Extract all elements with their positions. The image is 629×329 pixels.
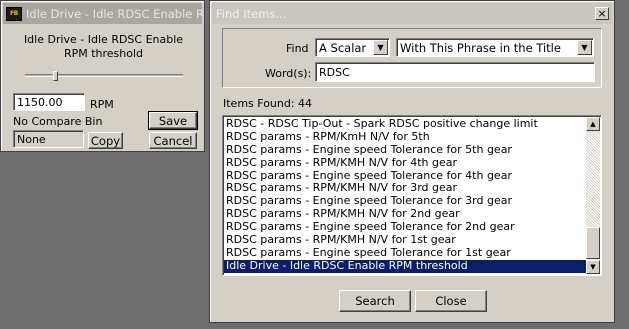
close-icon[interactable]: ×	[595, 7, 609, 20]
result-row[interactable]: Idle Drive - Idle RDSC Enable RPM thresh…	[224, 259, 586, 273]
find-type-value: A Scalar	[319, 41, 367, 55]
chevron-down-icon[interactable]: ▼	[373, 40, 388, 55]
idle-window-title: Idle Drive - Idle RDSC Enable RPM thresh…	[26, 6, 202, 21]
scrollbar-thumb[interactable]	[586, 227, 600, 259]
result-row[interactable]: RDSC params - Engine speed Tolerance for…	[224, 195, 586, 208]
copy-button[interactable]: Copy	[88, 132, 123, 149]
words-label: Word(s):	[265, 67, 312, 80]
result-row[interactable]: RDSC params - RPM/KmH N/V for 5th	[224, 131, 586, 144]
find-items-window: Find Items... × Find A Scalar ▼ With Thi…	[209, 0, 615, 323]
idle-drive-window: FB Idle Drive - Idle RDSC Enable RPM thr…	[0, 0, 205, 152]
find-label: Find	[286, 42, 309, 55]
find-mode-value: With This Phrase in the Title	[400, 41, 561, 55]
compare-field: None	[13, 130, 84, 148]
items-found-label: Items Found: 44	[223, 97, 313, 110]
value-input[interactable]: 1150.00	[13, 93, 85, 111]
slider-thumb[interactable]	[53, 71, 58, 81]
idle-window-titlebar[interactable]: FB Idle Drive - Idle RDSC Enable RPM thr…	[3, 3, 202, 24]
result-row[interactable]: RDSC params - RPM/KMH N/V for 1st gear	[224, 234, 586, 247]
value-slider[interactable]	[25, 71, 183, 81]
close-button[interactable]: Close	[415, 290, 487, 312]
scroll-down-icon[interactable]: ▼	[586, 260, 600, 274]
find-window-titlebar[interactable]: Find Items...	[212, 3, 612, 24]
idle-description: Idle Drive - Idle RDSC Enable RPM thresh…	[11, 33, 196, 61]
find-window-title: Find Items...	[216, 6, 287, 21]
app-icon: FB	[6, 6, 22, 21]
scroll-up-icon[interactable]: ▲	[586, 117, 600, 131]
words-input-text: RDSC	[319, 66, 350, 79]
results-list[interactable]: RDSC - RDSC Tip-Out - Spark RDSC positiv…	[222, 115, 602, 276]
result-row[interactable]: RDSC params - RPM/KMH N/V for 3rd gear	[224, 182, 586, 195]
scrollbar-track[interactable]	[586, 131, 600, 227]
save-button[interactable]: Save	[148, 111, 198, 130]
result-row[interactable]: RDSC params - RPM/KMH N/V for 4th gear	[224, 157, 586, 170]
compare-value: None	[17, 133, 46, 146]
find-type-select[interactable]: A Scalar ▼	[315, 38, 390, 57]
words-input[interactable]: RDSC	[315, 62, 595, 82]
value-input-text: 1150.00	[17, 96, 63, 109]
result-row[interactable]: RDSC params - Engine speed Tolerance for…	[224, 170, 586, 183]
result-row[interactable]: RDSC params - Engine speed Tolerance for…	[224, 221, 586, 234]
result-row[interactable]: RDSC params - Engine speed Tolerance for…	[224, 144, 586, 157]
result-row[interactable]: RDSC params - Engine speed Tolerance for…	[224, 247, 586, 260]
find-mode-select[interactable]: With This Phrase in the Title ▼	[396, 38, 594, 57]
slider-track	[25, 74, 183, 77]
idle-description-text: Idle Drive - Idle RDSC Enable RPM thresh…	[23, 33, 184, 60]
results-container: RDSC - RDSC Tip-Out - Spark RDSC positiv…	[224, 118, 586, 273]
results-scrollbar[interactable]: ▲ ▼	[586, 117, 600, 274]
result-row[interactable]: RDSC params - RPM/KMH N/V for 2nd gear	[224, 208, 586, 221]
cancel-button[interactable]: Cancel	[149, 132, 197, 149]
result-row[interactable]: RDSC - RDSC Tip-Out - Spark RDSC positiv…	[224, 118, 586, 131]
compare-label: No Compare Bin	[13, 115, 103, 128]
search-button[interactable]: Search	[339, 290, 411, 312]
chevron-down-icon[interactable]: ▼	[577, 40, 592, 55]
units-label: RPM	[90, 98, 114, 111]
